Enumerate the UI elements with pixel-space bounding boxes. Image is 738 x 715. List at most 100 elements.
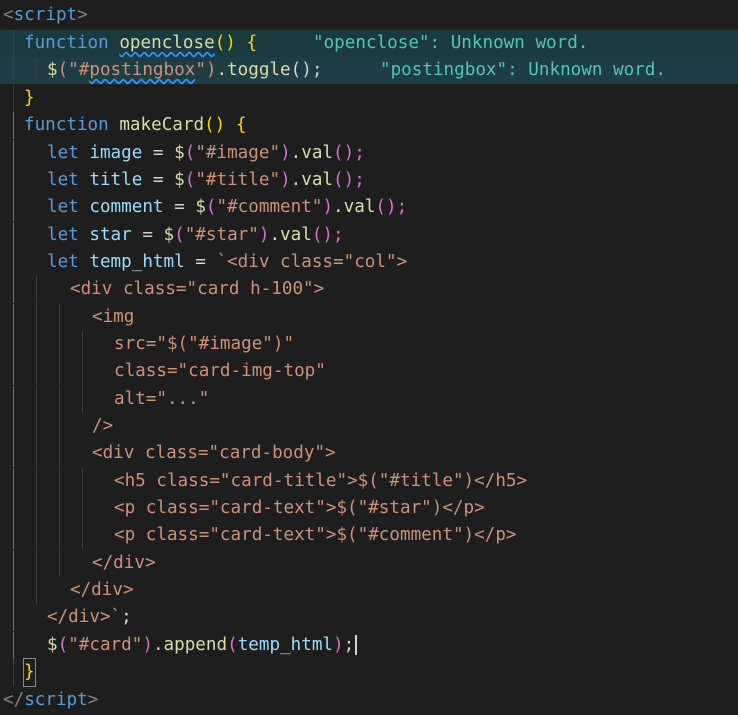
keyword: let <box>47 252 79 272</box>
indent-guide <box>82 468 83 496</box>
code-line-10[interactable]: let temp_html = `<div class="col"> <box>0 249 738 277</box>
operator: = <box>142 143 175 163</box>
string: "#card" <box>68 635 143 655</box>
template-string: </div>` <box>47 607 122 627</box>
closing-brace: } <box>24 88 35 108</box>
punctuation: ; <box>121 607 132 627</box>
code-line-14[interactable]: class="card-img-top" <box>0 358 738 386</box>
code-line-17[interactable]: <div class="card-body"> <box>0 440 738 468</box>
paren: ( <box>174 225 185 245</box>
function-call: $ <box>174 143 185 163</box>
method-call: .val <box>290 170 334 190</box>
indent-guide <box>36 304 37 332</box>
string: "#star" <box>184 225 259 245</box>
indent-guide <box>82 522 83 550</box>
indent-guide <box>13 358 14 386</box>
paren: ) <box>322 197 334 217</box>
code-line-11[interactable]: <div class="card h-100"> <box>0 276 738 304</box>
code-line-13[interactable]: src="$("#image")" <box>0 331 738 359</box>
indent-guide <box>36 386 37 414</box>
template-string: </div> <box>70 580 134 600</box>
code-line-25[interactable]: } <box>0 657 738 688</box>
code-line-23[interactable]: </div>`; <box>0 604 738 632</box>
paren: ) <box>142 635 153 655</box>
variable: title <box>89 170 143 190</box>
variable: temp_html <box>89 252 185 272</box>
indent-guide <box>13 440 14 468</box>
code-line-16[interactable]: /> <box>0 413 738 441</box>
indent-guide <box>13 550 14 578</box>
code-line-12[interactable]: <img <box>0 304 738 332</box>
punctuation: (); <box>333 170 365 190</box>
template-string: <div class="card-body"> <box>92 443 336 463</box>
variable: star <box>89 225 132 245</box>
indent-guide <box>59 386 60 414</box>
code-line-2[interactable]: function openclose() { "openclose": Unkn… <box>0 30 738 58</box>
indent-guide <box>59 522 60 550</box>
string: (" <box>57 60 79 80</box>
code-line-21[interactable]: </div> <box>0 550 738 578</box>
indent-guide <box>13 659 14 687</box>
operator: = <box>184 252 217 272</box>
code-line-15[interactable]: alt="..." <box>0 386 738 414</box>
indent-guide <box>59 331 60 359</box>
code-line-6[interactable]: let image = $("#image").val(); <box>0 140 738 168</box>
keyword: let <box>47 197 79 217</box>
variable: temp_html <box>237 635 334 655</box>
template-string: src="$("#image")" <box>114 334 295 354</box>
tag-open-bracket: </ <box>3 690 25 710</box>
template-string: alt="..." <box>114 389 210 409</box>
template-string: `<div class="col"> <box>216 252 408 272</box>
keyword: let <box>47 170 79 190</box>
indent-guide <box>36 468 37 496</box>
method-call: .toggle <box>216 60 291 80</box>
keyword: function <box>24 115 109 135</box>
code-line-9[interactable]: let star = $("#star").val(); <box>0 222 738 250</box>
punctuation: (); <box>333 143 365 163</box>
template-string: <img <box>92 307 135 327</box>
function-call: $ <box>163 225 175 245</box>
indent-guide <box>13 112 14 140</box>
indent-guide <box>36 276 37 304</box>
code-line-19[interactable]: <p class="card-text">$("#star")</p> <box>0 495 738 523</box>
code-line-1[interactable]: <script> <box>0 2 738 29</box>
indent-guide <box>13 194 14 222</box>
indent-guide <box>59 550 60 578</box>
code-line-26[interactable]: </script> <box>0 687 738 714</box>
indent-guide <box>82 331 83 359</box>
text-cursor <box>355 635 358 655</box>
indent-guide <box>13 57 14 85</box>
variable: image <box>89 143 143 163</box>
code-line-5[interactable]: function makeCard() { <box>0 112 738 140</box>
matched-closing-brace: } <box>23 657 36 688</box>
function-call: $ <box>195 197 206 217</box>
tag-close-bracket: > <box>87 690 99 710</box>
function-name: makeCard <box>119 115 205 135</box>
method-call: .val <box>290 143 334 163</box>
operator: = <box>142 170 175 190</box>
code-line-22[interactable]: </div> <box>0 577 738 605</box>
indent-guide <box>59 413 60 441</box>
string-selector: postingbox <box>89 60 196 80</box>
code-line-8[interactable]: let comment = $("#comment").val(); <box>0 194 738 222</box>
indent-guide <box>13 495 14 523</box>
paren: ( <box>184 143 196 163</box>
keyword: let <box>47 143 79 163</box>
indent-guide <box>36 358 37 386</box>
code-line-4[interactable]: } <box>0 85 738 113</box>
code-line-7[interactable]: let title = $("#title").val(); <box>0 167 738 195</box>
code-line-20[interactable]: <p class="card-text">$("#comment")</p> <box>0 522 738 550</box>
indent-guide <box>59 358 60 386</box>
code-line-3[interactable]: $("#postingbox").toggle(); "postingbox":… <box>0 57 738 85</box>
punctuation: ; <box>343 635 355 655</box>
indent-guide <box>59 304 60 332</box>
indent-guide <box>36 495 37 523</box>
code-line-18[interactable]: <h5 class="card-title">$("#title")</h5> <box>0 468 738 496</box>
diagnostic-message: "postingbox": Unknown word. <box>380 60 666 80</box>
indent-guide <box>13 140 14 168</box>
code-line-24[interactable]: $("#card").append(temp_html); <box>0 632 738 660</box>
template-string: /> <box>92 416 114 436</box>
paren: ( <box>184 170 196 190</box>
code-editor[interactable]: <script> function openclose() { "openclo… <box>0 0 738 715</box>
indent-guide <box>36 577 37 605</box>
